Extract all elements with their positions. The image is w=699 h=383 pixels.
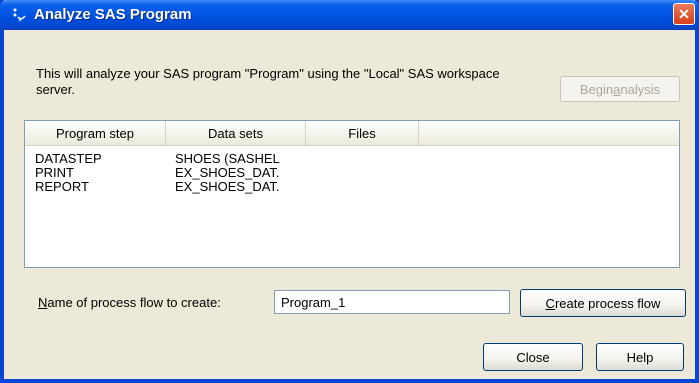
list-item[interactable]: REPORT EX_SHOES_DAT. (35, 180, 300, 194)
window-title: Analyze SAS Program (34, 6, 192, 23)
begin-analysis-label-post: nalysis (620, 81, 661, 97)
process-flow-name-label: Name of process flow to create: (38, 295, 221, 310)
label-rest: ame of process flow to create: (47, 295, 221, 310)
begin-analysis-label-accel: a (613, 81, 621, 97)
row-step: PRINT (35, 165, 74, 180)
list-item[interactable]: PRINT EX_SHOES_DAT. (35, 166, 300, 180)
close-window-button[interactable]: ✕ (673, 3, 695, 25)
row-datasets: SHOES (SASHEL (175, 152, 280, 166)
list-rows: DATASTEP SHOES (SASHEL PRINT EX_SHOES_DA… (35, 152, 300, 194)
begin-analysis-label-pre: Begin (579, 81, 614, 97)
list-item[interactable]: DATASTEP SHOES (SASHEL (35, 152, 300, 166)
row-step: REPORT (35, 179, 89, 194)
create-process-flow-button[interactable]: Create process flow (520, 289, 686, 317)
close-button[interactable]: Close (483, 343, 583, 371)
title-bar[interactable]: Analyze SAS Program ✕ (0, 0, 699, 30)
column-header-files[interactable]: Files (306, 121, 419, 145)
sas-program-icon (12, 7, 28, 23)
column-header-data-sets[interactable]: Data sets (166, 121, 306, 145)
row-datasets: EX_SHOES_DAT. (175, 180, 280, 194)
column-header-filler (419, 121, 679, 145)
label-accel: N (38, 295, 48, 310)
column-header-program-step[interactable]: Program step (25, 121, 166, 145)
row-datasets: EX_SHOES_DAT. (175, 166, 280, 180)
row-step: DATASTEP (35, 151, 102, 166)
create-label-rest: reate process flow (554, 295, 661, 311)
program-steps-list[interactable]: Program step Data sets Files DATASTEP SH… (24, 120, 680, 268)
process-flow-name-input[interactable] (274, 290, 510, 314)
help-button[interactable]: Help (596, 343, 684, 371)
list-header: Program step Data sets Files (25, 121, 679, 146)
description-text: This will analyze your SAS program "Prog… (36, 66, 500, 97)
create-accel: C (545, 295, 555, 311)
close-icon: ✕ (678, 5, 690, 22)
begin-analysis-button[interactable]: Begin a nalysis (560, 76, 680, 102)
